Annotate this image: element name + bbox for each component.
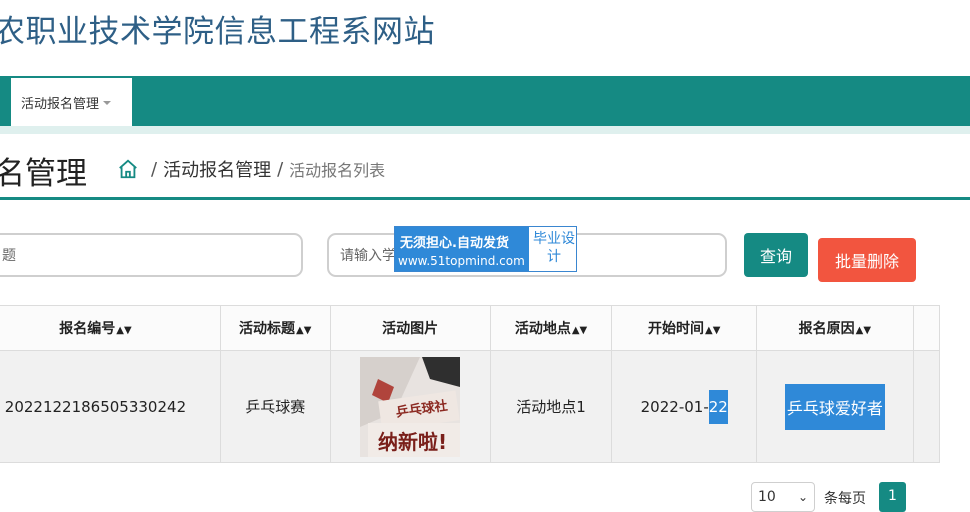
column-header-code[interactable]: 报名编号▲▼ bbox=[0, 305, 221, 351]
column-header-image: 活动图片 bbox=[329, 305, 491, 351]
search-button[interactable]: 查询 bbox=[744, 233, 808, 277]
breadcrumb-current: 活动报名列表 bbox=[289, 161, 386, 180]
sort-icon: ▲▼ bbox=[571, 325, 588, 336]
cell-reason: 乒乓球爱好者 bbox=[756, 350, 914, 463]
chevron-down-icon: ⌄ bbox=[797, 490, 808, 504]
sort-icon: ▲▼ bbox=[296, 325, 312, 336]
page-header: 名管理 / 活动报名管理 / 活动报名列表 bbox=[0, 134, 970, 200]
search-title-input[interactable]: 题 bbox=[0, 233, 303, 277]
sort-icon: ▲▼ bbox=[705, 325, 721, 336]
reason-highlight: 乒乓球爱好者 bbox=[784, 383, 885, 430]
table-header-row: 报名编号▲▼ 活动标题▲▼ 活动图片 活动地点▲▼ 开始时间▲▼ 报名原因▲▼ bbox=[0, 305, 941, 351]
breadcrumb-separator: / bbox=[151, 158, 158, 180]
cell-code: 2022122186505330242 bbox=[0, 350, 221, 463]
page-size-value: 10 bbox=[758, 489, 776, 505]
column-header-reason[interactable]: 报名原因▲▼ bbox=[756, 305, 914, 351]
watermark-line2: www.51topmind.com bbox=[398, 254, 525, 268]
cell-start-time: 2022-01-22 bbox=[611, 350, 758, 463]
home-icon[interactable] bbox=[117, 158, 139, 180]
breadcrumb: / 活动报名管理 / 活动报名列表 bbox=[117, 156, 385, 182]
column-header-title[interactable]: 活动标题▲▼ bbox=[219, 305, 331, 351]
batch-delete-button[interactable]: 批量删除 bbox=[818, 238, 916, 282]
page-title: 名管理 bbox=[0, 156, 87, 192]
watermark-line1: 无须担心.自动发货 bbox=[400, 236, 509, 251]
cell-image: 乒乓球社 纳新啦! bbox=[329, 350, 491, 463]
search-student-placeholder: 请输入学 bbox=[340, 248, 396, 264]
column-header-extra bbox=[912, 305, 941, 351]
thumbnail-text-bottom: 纳新啦! bbox=[378, 430, 447, 454]
cell-extra bbox=[912, 350, 941, 463]
watermark-banner: 无须担心.自动发货 www.51topmind.com 毕业设计 bbox=[394, 226, 577, 272]
nav-item-label: 活动报名管理 bbox=[21, 96, 100, 112]
site-title: 农职业技术学院信息工程系网站 bbox=[0, 14, 435, 50]
watermark-left: 无须担心.自动发货 www.51topmind.com bbox=[395, 227, 529, 271]
signup-table: 报名编号▲▼ 活动标题▲▼ 活动图片 活动地点▲▼ 开始时间▲▼ 报名原因▲▼ … bbox=[0, 305, 941, 463]
top-navbar: 活动报名管理 bbox=[0, 76, 970, 126]
breadcrumb-separator: / bbox=[277, 158, 284, 180]
nav-divider bbox=[0, 126, 970, 134]
page-number-button[interactable]: 1 bbox=[879, 482, 906, 512]
sort-icon: ▲▼ bbox=[116, 325, 132, 336]
column-header-location[interactable]: 活动地点▲▼ bbox=[489, 305, 613, 351]
cell-location: 活动地点1 bbox=[489, 350, 613, 463]
caret-down-icon bbox=[103, 100, 112, 105]
cell-title: 乒乓球赛 bbox=[219, 350, 331, 463]
start-time-date: 2022-01- bbox=[640, 397, 709, 416]
breadcrumb-parent[interactable]: 活动报名管理 bbox=[163, 156, 271, 182]
start-time-highlight: 22 bbox=[708, 389, 728, 424]
page-size-select[interactable]: 10 ⌄ bbox=[751, 482, 815, 512]
sort-icon: ▲▼ bbox=[855, 325, 872, 336]
per-page-label: 条每页 bbox=[824, 491, 866, 507]
watermark-badge: 毕业设计 bbox=[533, 231, 575, 265]
column-header-start-time[interactable]: 开始时间▲▼ bbox=[611, 305, 758, 351]
search-title-placeholder: 题 bbox=[2, 248, 16, 264]
table-row[interactable]: 2022122186505330242 乒乓球赛 乒乓球社 纳新啦! 活动地点1… bbox=[0, 350, 941, 463]
activity-thumbnail-image[interactable]: 乒乓球社 纳新啦! bbox=[360, 356, 461, 457]
nav-item-activity-signup[interactable]: 活动报名管理 bbox=[11, 76, 132, 126]
